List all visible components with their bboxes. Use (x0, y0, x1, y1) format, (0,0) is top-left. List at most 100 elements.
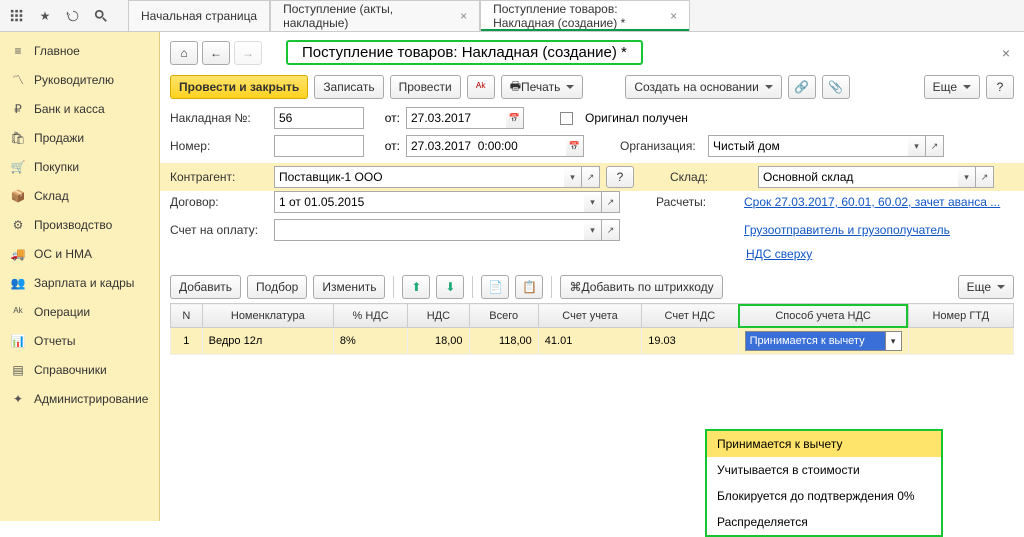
chart-icon: 〽 (10, 72, 26, 88)
sidebar-item-production[interactable]: ⚙Производство (0, 210, 159, 239)
dropdown-option[interactable]: Принимается к вычету (707, 431, 941, 457)
chevron-down-icon[interactable]: ▾ (885, 332, 901, 350)
calc-label: Расчеты: (656, 195, 736, 209)
col-nom[interactable]: Номенклатура (202, 304, 333, 328)
save-button[interactable]: Записать (314, 75, 383, 99)
open-icon[interactable]: ↗ (976, 166, 994, 188)
warehouse-input[interactable] (758, 166, 958, 188)
col-vat-pct[interactable]: % НДС (333, 304, 407, 328)
select-button[interactable]: Подбор (247, 275, 307, 299)
col-vat[interactable]: НДС (408, 304, 469, 328)
menu-icon: ≡ (10, 43, 26, 59)
sidebar-item-bank[interactable]: ₽Банк и касса (0, 94, 159, 123)
table-more-button[interactable]: Еще (958, 275, 1014, 299)
contractor-label: Контрагент: (170, 170, 268, 184)
help-button[interactable]: ? (986, 75, 1014, 99)
sidebar-item-sales[interactable]: 🛍Продажи (0, 123, 159, 152)
consignor-link[interactable]: Грузоотправитель и грузополучатель (744, 223, 950, 237)
contractor-help-button[interactable]: ? (606, 166, 634, 188)
table-row[interactable]: 1 Ведро 12л 8% 18,00 118,00 41.01 19.03 … (171, 328, 1014, 355)
col-n[interactable]: N (171, 304, 203, 328)
sidebar-item-purchase[interactable]: 🛒Покупки (0, 152, 159, 181)
vat-method-cell[interactable]: Принимается к вычету▾ (738, 328, 908, 355)
original-received-checkbox[interactable] (560, 112, 573, 125)
dropdown-option[interactable]: Распределяется (707, 509, 941, 535)
warehouse-label: Склад: (670, 170, 750, 184)
add-row-button[interactable]: Добавить (170, 275, 241, 299)
open-icon[interactable]: ↗ (602, 191, 620, 213)
chevron-down-icon[interactable]: ▾ (584, 219, 602, 241)
star-icon[interactable]: ★ (34, 5, 56, 27)
vat-link[interactable]: НДС сверху (746, 247, 812, 261)
cart-icon: 🛒 (10, 159, 26, 175)
attach-button[interactable]: 📎 (822, 75, 850, 99)
sidebar-item-manager[interactable]: 〽Руководителю (0, 65, 159, 94)
open-icon[interactable]: ↗ (602, 219, 620, 241)
sidebar-item-admin[interactable]: ✦Администрирование (0, 384, 159, 413)
calendar-icon[interactable]: 📅 (506, 107, 524, 129)
forward-button[interactable]: → (234, 41, 262, 65)
dropdown-option[interactable]: Блокируется до подтверждения 0% (707, 483, 941, 509)
ops-icon: ᴬᵏ (10, 304, 26, 320)
sidebar-item-warehouse[interactable]: 📦Склад (0, 181, 159, 210)
more-button[interactable]: Еще (924, 75, 980, 99)
dropdown-option[interactable]: Учитывается в стоимости (707, 457, 941, 483)
copy-button[interactable]: 📄 (481, 275, 509, 299)
tab-receipts[interactable]: Поступление (акты, накладные)× (270, 0, 480, 31)
open-icon[interactable]: ↗ (926, 135, 944, 157)
chevron-down-icon[interactable]: ▾ (908, 135, 926, 157)
tab-current[interactable]: Поступление товаров: Накладная (создание… (480, 0, 690, 31)
post-close-button[interactable]: Провести и закрыть (170, 75, 308, 99)
close-icon[interactable]: × (670, 9, 677, 23)
search-icon[interactable] (90, 5, 112, 27)
chevron-down-icon[interactable]: ▾ (958, 166, 976, 188)
chevron-down-icon[interactable]: ▾ (564, 166, 582, 188)
contractor-input[interactable] (274, 166, 564, 188)
sidebar-item-salary[interactable]: 👥Зарплата и кадры (0, 268, 159, 297)
col-gtd[interactable]: Номер ГТД (908, 304, 1013, 328)
people-icon: 👥 (10, 275, 26, 291)
tab-home[interactable]: Начальная страница (128, 0, 270, 31)
sidebar-item-assets[interactable]: 🚚ОС и НМА (0, 239, 159, 268)
barcode-button[interactable]: ⌘ Добавить по штрихкоду (560, 275, 722, 299)
invoice-no-input[interactable] (274, 107, 364, 129)
sidebar-item-main[interactable]: ≡Главное (0, 36, 159, 65)
apps-icon[interactable] (6, 5, 28, 27)
col-acct-vat[interactable]: Счет НДС (642, 304, 738, 328)
post-button[interactable]: Провести (390, 75, 461, 99)
open-icon[interactable]: ↗ (582, 166, 600, 188)
report-icon: 📊 (10, 333, 26, 349)
move-down-button[interactable]: ⬇ (436, 275, 464, 299)
back-button[interactable]: ← (202, 41, 230, 65)
edit-button[interactable]: Изменить (313, 275, 385, 299)
close-button[interactable]: × (998, 41, 1014, 65)
calendar-icon[interactable]: 📅 (566, 135, 584, 157)
main-area: ⌂ ← → Поступление товаров: Накладная (со… (160, 32, 1024, 521)
calc-link[interactable]: Срок 27.03.2017, 60.01, 60.02, зачет ава… (744, 195, 1000, 209)
col-acct[interactable]: Счет учета (538, 304, 641, 328)
sidebar-item-reports[interactable]: 📊Отчеты (0, 326, 159, 355)
sidebar-item-refs[interactable]: ▤Справочники (0, 355, 159, 384)
sidebar-item-operations[interactable]: ᴬᵏОперации (0, 297, 159, 326)
home-button[interactable]: ⌂ (170, 41, 198, 65)
contract-input[interactable] (274, 191, 584, 213)
create-based-button[interactable]: Создать на основании (625, 75, 782, 99)
number-input[interactable] (274, 135, 364, 157)
page-title: Поступление товаров: Накладная (создание… (286, 40, 643, 65)
org-input[interactable] (708, 135, 908, 157)
dt-kt-button[interactable]: ᴬᵏ (467, 75, 495, 99)
col-total[interactable]: Всего (469, 304, 538, 328)
close-icon[interactable]: × (460, 9, 467, 23)
invoice-pay-input[interactable] (274, 219, 584, 241)
history-icon[interactable] (62, 5, 84, 27)
print-button[interactable]: 🖶 Печать (501, 75, 584, 99)
date2-input[interactable] (406, 135, 566, 157)
date1-input[interactable] (406, 107, 506, 129)
col-vat-method[interactable]: Способ учета НДС (738, 304, 908, 328)
move-up-button[interactable]: ⬆ (402, 275, 430, 299)
book-icon: ▤ (10, 362, 26, 378)
ruble-icon: ₽ (10, 101, 26, 117)
paste-button[interactable]: 📋 (515, 275, 543, 299)
chevron-down-icon[interactable]: ▾ (584, 191, 602, 213)
link-button[interactable]: 🔗 (788, 75, 816, 99)
